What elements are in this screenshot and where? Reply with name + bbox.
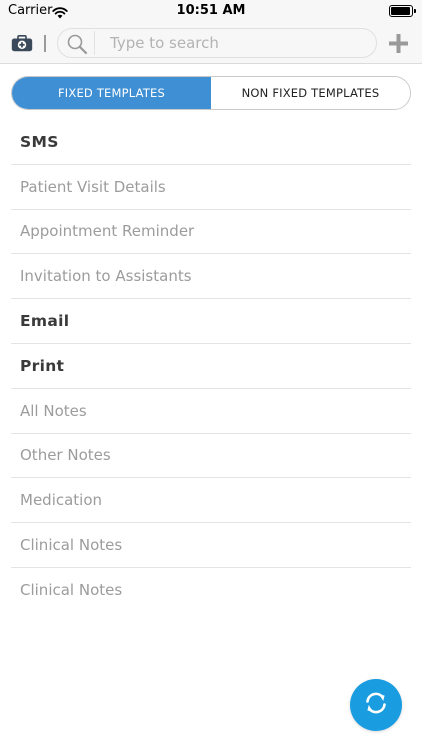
tab-non-fixed-templates[interactable]: NON FIXED TEMPLATES (211, 77, 410, 109)
search-box[interactable] (57, 28, 377, 58)
toolbar-divider (44, 35, 46, 52)
search-icon (66, 33, 88, 59)
section-header-email: Email (11, 299, 411, 344)
section-header-sms: SMS (11, 120, 411, 165)
battery-icon (389, 5, 416, 17)
list-item[interactable]: All Notes (11, 389, 411, 434)
list-item[interactable]: Other Notes (11, 434, 411, 479)
plus-icon[interactable] (389, 34, 408, 57)
tab-fixed-templates[interactable]: FIXED TEMPLATES (12, 77, 211, 109)
search-input[interactable] (110, 31, 365, 55)
section-header-print: Print (11, 344, 411, 389)
sync-button[interactable] (350, 679, 402, 731)
list-item[interactable]: Patient Visit Details (11, 165, 411, 210)
list-item[interactable]: Invitation to Assistants (11, 254, 411, 300)
search-toolbar (0, 22, 422, 64)
medical-kit-icon[interactable] (11, 35, 33, 56)
list-item[interactable]: Clinical Notes (11, 523, 411, 568)
search-separator (94, 31, 95, 55)
sync-icon (362, 689, 390, 721)
list-item[interactable]: Appointment Reminder (11, 210, 411, 255)
battery-level (391, 7, 410, 15)
template-list: SMS Patient Visit Details Appointment Re… (11, 120, 411, 613)
template-type-tabs: FIXED TEMPLATES NON FIXED TEMPLATES (11, 76, 411, 110)
list-item[interactable]: Clinical Notes (11, 568, 411, 613)
status-bar: Carrier 10:51 AM (0, 0, 422, 22)
status-time: 10:51 AM (176, 3, 246, 18)
list-item[interactable]: Medication (11, 478, 411, 524)
